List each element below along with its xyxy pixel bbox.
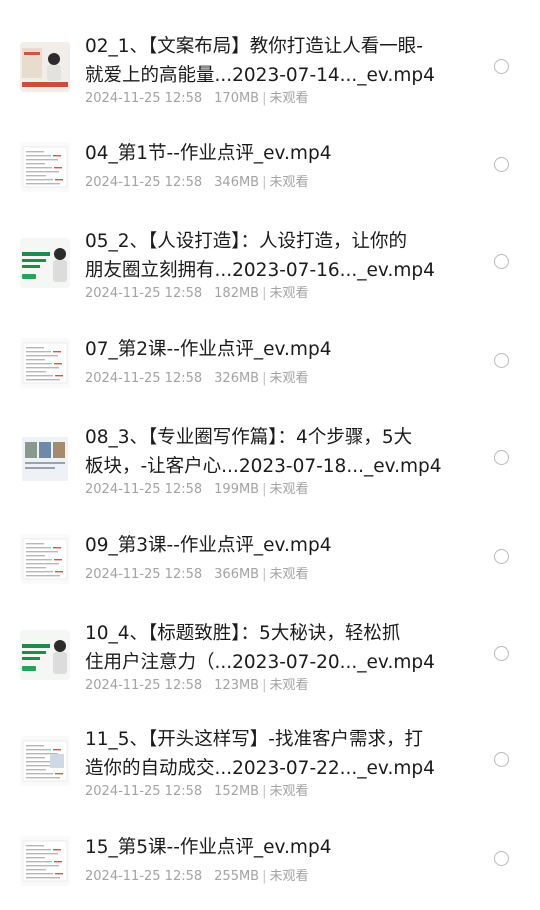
video-list-item[interactable]: 08_3、【专业圈写作篇】：4个步骤，5大 板块，-让客户心...2023-07-… xyxy=(0,0,540,910)
video-title-line[interactable]: 15_第5课--作业点评_ev.mp4 xyxy=(85,834,460,861)
meta-separator: | xyxy=(262,91,267,106)
video-list-item[interactable]: 15_第5课--作业点评_ev.mp4 2024-11-25 12:58 255MB… xyxy=(0,0,540,910)
select-radio-button[interactable] xyxy=(494,851,509,866)
video-title-line[interactable]: 造你的自动成交...2023-07-22..._ev.mp4 xyxy=(85,755,460,782)
video-meta: 2024-11-25 12:58 366MB | 未观看 xyxy=(85,563,309,582)
meta-separator: | xyxy=(262,482,267,497)
select-radio-button[interactable] xyxy=(494,353,509,368)
video-thumbnail[interactable] xyxy=(20,736,70,786)
video-meta: 2024-11-25 12:58 182MB | 未观看 xyxy=(85,282,309,301)
video-title-line[interactable]: 07_第2课--作业点评_ev.mp4 xyxy=(85,336,460,363)
video-thumbnail[interactable] xyxy=(20,630,70,680)
watch-status: 未观看 xyxy=(269,678,309,693)
video-list-item[interactable]: 05_2、【人设打造】：人设打造，让你的 朋友圈立刻拥有...2023-07-16… xyxy=(0,0,540,910)
video-title-line[interactable]: 11_5、【开头这样写】-找准客户需求，打 xyxy=(85,726,460,753)
video-thumbnail[interactable] xyxy=(20,434,70,484)
select-radio-button[interactable] xyxy=(494,752,509,767)
video-meta: 2024-11-25 12:58 123MB | 未观看 xyxy=(85,674,309,693)
video-size: 123MB xyxy=(214,678,260,693)
select-radio-button[interactable] xyxy=(494,646,509,661)
video-meta: 2024-11-25 12:58 346MB | 未观看 xyxy=(85,171,309,190)
video-size: 170MB xyxy=(214,91,260,106)
watch-status: 未观看 xyxy=(269,286,309,301)
video-title-line[interactable]: 08_3、【专业圈写作篇】：4个步骤，5大 xyxy=(85,424,460,451)
watch-status: 未观看 xyxy=(269,91,309,106)
meta-separator: | xyxy=(262,869,267,884)
video-date: 2024-11-25 12:58 xyxy=(85,175,203,190)
meta-separator: | xyxy=(262,567,267,582)
watch-status: 未观看 xyxy=(269,869,309,884)
watch-status: 未观看 xyxy=(269,175,309,190)
video-file-list: 02_1、【文案布局】教你打造让人看一眼- 就爱上的高能量...2023-07-1… xyxy=(0,0,540,910)
video-date: 2024-11-25 12:58 xyxy=(85,482,203,497)
video-meta: 2024-11-25 12:58 326MB | 未观看 xyxy=(85,367,309,386)
video-date: 2024-11-25 12:58 xyxy=(85,371,203,386)
video-title-line[interactable]: 住用户注意力（...2023-07-20..._ev.mp4 xyxy=(85,649,460,676)
video-title-line[interactable]: 就爱上的高能量...2023-07-14..._ev.mp4 xyxy=(85,62,460,89)
video-size: 255MB xyxy=(214,869,260,884)
select-radio-button[interactable] xyxy=(494,157,509,172)
video-title-line[interactable]: 10_4、【标题致胜】：5大秘诀，轻松抓 xyxy=(85,620,460,647)
video-date: 2024-11-25 12:58 xyxy=(85,91,203,106)
video-date: 2024-11-25 12:58 xyxy=(85,869,203,884)
watch-status: 未观看 xyxy=(269,482,309,497)
video-list-item[interactable]: 10_4、【标题致胜】：5大秘诀，轻松抓 住用户注意力（...2023-07-20… xyxy=(0,0,540,910)
video-meta: 2024-11-25 12:58 152MB | 未观看 xyxy=(85,780,309,799)
video-title-line[interactable]: 09_第3课--作业点评_ev.mp4 xyxy=(85,532,460,559)
video-list-item[interactable]: 04_第1节--作业点评_ev.mp4 2024-11-25 12:58 346MB… xyxy=(0,0,540,910)
video-date: 2024-11-25 12:58 xyxy=(85,286,203,301)
video-size: 182MB xyxy=(214,286,260,301)
video-date: 2024-11-25 12:58 xyxy=(85,784,203,799)
video-thumbnail[interactable] xyxy=(20,836,70,886)
watch-status: 未观看 xyxy=(269,567,309,582)
video-thumbnail[interactable] xyxy=(20,534,70,584)
video-size: 326MB xyxy=(214,371,260,386)
video-list-item[interactable]: 11_5、【开头这样写】-找准客户需求，打 造你的自动成交...2023-07-2… xyxy=(0,0,540,910)
video-size: 152MB xyxy=(214,784,260,799)
video-title-line[interactable]: 朋友圈立刻拥有...2023-07-16..._ev.mp4 xyxy=(85,257,460,284)
video-meta: 2024-11-25 12:58 170MB | 未观看 xyxy=(85,87,309,106)
video-date: 2024-11-25 12:58 xyxy=(85,567,203,582)
meta-separator: | xyxy=(262,678,267,693)
video-date: 2024-11-25 12:58 xyxy=(85,678,203,693)
video-meta: 2024-11-25 12:58 199MB | 未观看 xyxy=(85,478,309,497)
meta-separator: | xyxy=(262,175,267,190)
video-thumbnail[interactable] xyxy=(20,338,70,388)
video-thumbnail[interactable] xyxy=(20,238,70,288)
video-thumbnail[interactable] xyxy=(20,142,70,192)
video-list-item[interactable]: 09_第3课--作业点评_ev.mp4 2024-11-25 12:58 366MB… xyxy=(0,0,540,910)
watch-status: 未观看 xyxy=(269,371,309,386)
video-size: 366MB xyxy=(214,567,260,582)
video-list-item[interactable]: 02_1、【文案布局】教你打造让人看一眼- 就爱上的高能量...2023-07-1… xyxy=(0,0,540,910)
select-radio-button[interactable] xyxy=(494,59,509,74)
video-title-line[interactable]: 02_1、【文案布局】教你打造让人看一眼- xyxy=(85,33,460,60)
meta-separator: | xyxy=(262,371,267,386)
video-list-item[interactable]: 07_第2课--作业点评_ev.mp4 2024-11-25 12:58 326MB… xyxy=(0,0,540,910)
video-thumbnail[interactable] xyxy=(20,42,70,92)
video-title-line[interactable]: 05_2、【人设打造】：人设打造，让你的 xyxy=(85,228,460,255)
meta-separator: | xyxy=(262,784,267,799)
video-meta: 2024-11-25 12:58 255MB | 未观看 xyxy=(85,865,309,884)
video-size: 346MB xyxy=(214,175,260,190)
select-radio-button[interactable] xyxy=(494,450,509,465)
select-radio-button[interactable] xyxy=(494,549,509,564)
select-radio-button[interactable] xyxy=(494,254,509,269)
video-size: 199MB xyxy=(214,482,260,497)
watch-status: 未观看 xyxy=(269,784,309,799)
video-title-line[interactable]: 板块，-让客户心...2023-07-18..._ev.mp4 xyxy=(85,453,460,480)
video-title-line[interactable]: 04_第1节--作业点评_ev.mp4 xyxy=(85,140,460,167)
meta-separator: | xyxy=(262,286,267,301)
